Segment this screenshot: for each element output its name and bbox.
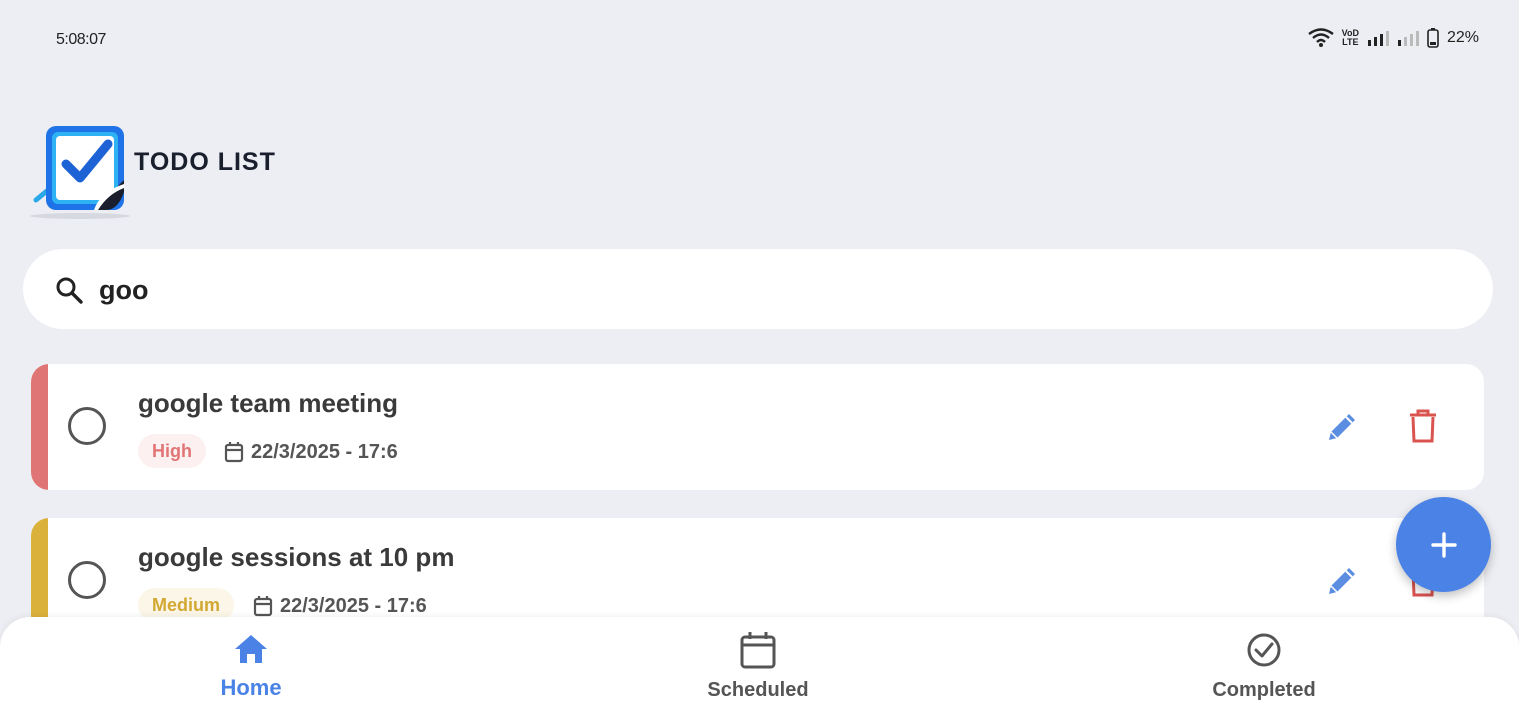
task-date: 22/3/2025 - 17:6: [251, 441, 398, 463]
calendar-icon: [740, 632, 776, 669]
calendar-icon: [224, 442, 244, 463]
plus-icon: [1430, 531, 1457, 558]
search-icon: [56, 277, 83, 304]
wifi-icon: [1307, 28, 1334, 47]
task-checkbox[interactable]: [68, 561, 106, 599]
delete-icon[interactable]: [1409, 409, 1437, 443]
status-icons: VoD LTE 22%: [1307, 28, 1479, 48]
signal-icon: [1367, 31, 1389, 46]
signal-icon-2: [1397, 31, 1419, 46]
task-title: google team meeting: [138, 388, 399, 418]
nav-label-home: Home: [220, 675, 282, 700]
home-icon: [235, 635, 267, 663]
battery-icon: [1427, 28, 1439, 48]
priority-accent-bar: [31, 364, 48, 490]
volte-icon: VoD LTE: [1341, 28, 1359, 47]
edit-icon[interactable]: [1325, 564, 1359, 598]
task-title: google sessions at 10 pm: [138, 542, 455, 572]
task-checkbox[interactable]: [68, 407, 106, 445]
app-logo: [30, 126, 130, 219]
app-title: TODO LIST: [134, 148, 276, 176]
task-date: 22/3/2025 - 17:6: [280, 595, 427, 617]
bottom-nav: Home Scheduled Completed: [0, 617, 1519, 716]
calendar-icon: [253, 596, 273, 617]
task-card[interactable]: google team meeting High 22/3/2025 - 17:…: [31, 364, 1484, 490]
nav-item-scheduled[interactable]: Scheduled: [658, 617, 858, 716]
search-input[interactable]: [97, 270, 1401, 310]
nav-label-completed: Completed: [1212, 679, 1316, 701]
add-task-button[interactable]: [1396, 497, 1491, 592]
nav-item-home[interactable]: Home: [151, 617, 351, 716]
nav-label-scheduled: Scheduled: [707, 679, 809, 701]
priority-badge: High: [138, 434, 206, 468]
check-circle-icon: [1247, 633, 1281, 667]
status-time: 5:08:07: [56, 31, 106, 48]
battery-percent: 22%: [1446, 29, 1479, 46]
nav-item-completed[interactable]: Completed: [1164, 617, 1364, 716]
edit-icon[interactable]: [1325, 410, 1359, 444]
